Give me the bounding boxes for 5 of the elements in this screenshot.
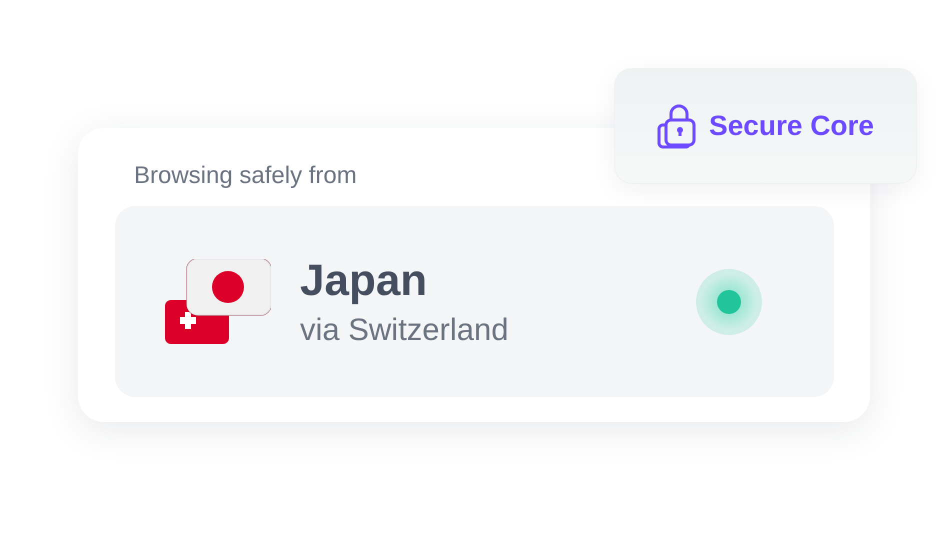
country-name: Japan (300, 254, 428, 306)
lock-icon (657, 103, 698, 149)
route-text: via Switzerland (300, 310, 508, 348)
badge-label: Secure Core (709, 110, 874, 142)
card-heading: Browsing safely from (134, 162, 357, 190)
